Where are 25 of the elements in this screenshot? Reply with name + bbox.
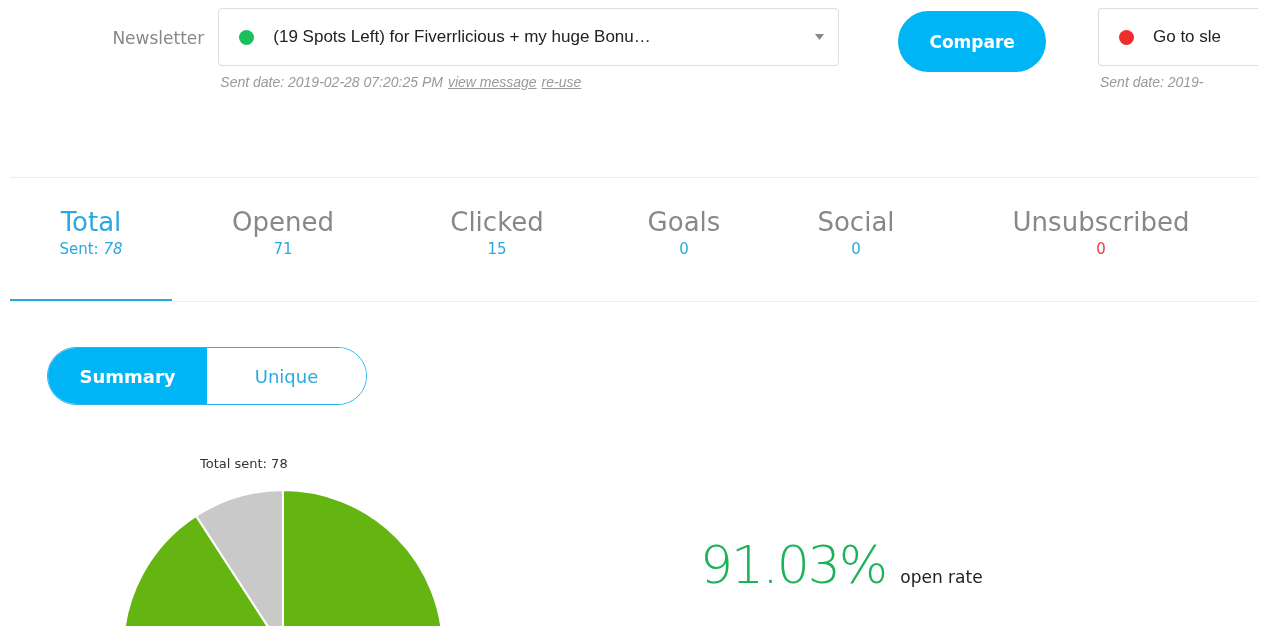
view-message-link[interactable]: view message xyxy=(447,74,537,90)
stat-tab[interactable]: Total Sent: 78 xyxy=(10,178,172,301)
newsletter-dropdown[interactable]: (19 Spots Left) for Fiverrlicious + my huge Bonu… xyxy=(218,8,840,66)
compare-dropdown[interactable]: Go to sle xyxy=(1098,8,1258,66)
stat-value: 0 xyxy=(851,239,861,260)
caret-icon xyxy=(815,34,825,40)
chart-title: Total sent: 78 xyxy=(200,456,289,471)
newsletter-label: Newsletter xyxy=(111,28,206,48)
stat-tab[interactable]: Opened 71 xyxy=(172,178,394,301)
sent-date: Sent date: 2019-02-28 07:20:25 PM xyxy=(220,74,443,90)
stat-value: 0 xyxy=(679,239,689,260)
view-toggle-button[interactable]: Summary xyxy=(48,348,207,404)
stat-value: Sent: 78 xyxy=(59,239,123,260)
sent-date: Sent date: 2019- xyxy=(1100,74,1204,90)
stat-tab[interactable]: Goals 0 xyxy=(600,178,768,301)
reuse-link[interactable]: re-use xyxy=(541,74,582,90)
stat-tab[interactable]: Clicked 15 xyxy=(394,178,600,301)
compare-button[interactable]: Compare xyxy=(898,11,1046,72)
open-rate-value: 91.03% xyxy=(700,535,887,595)
stat-value: 15 xyxy=(487,239,507,260)
stat-value: 0 xyxy=(1096,239,1106,260)
stat-tab[interactable]: Social 0 xyxy=(768,178,944,301)
stat-value: 71 xyxy=(273,239,293,260)
open-rate-label: open rate xyxy=(900,567,983,587)
stat-tab[interactable]: Unsubscribed 0 xyxy=(944,178,1258,301)
